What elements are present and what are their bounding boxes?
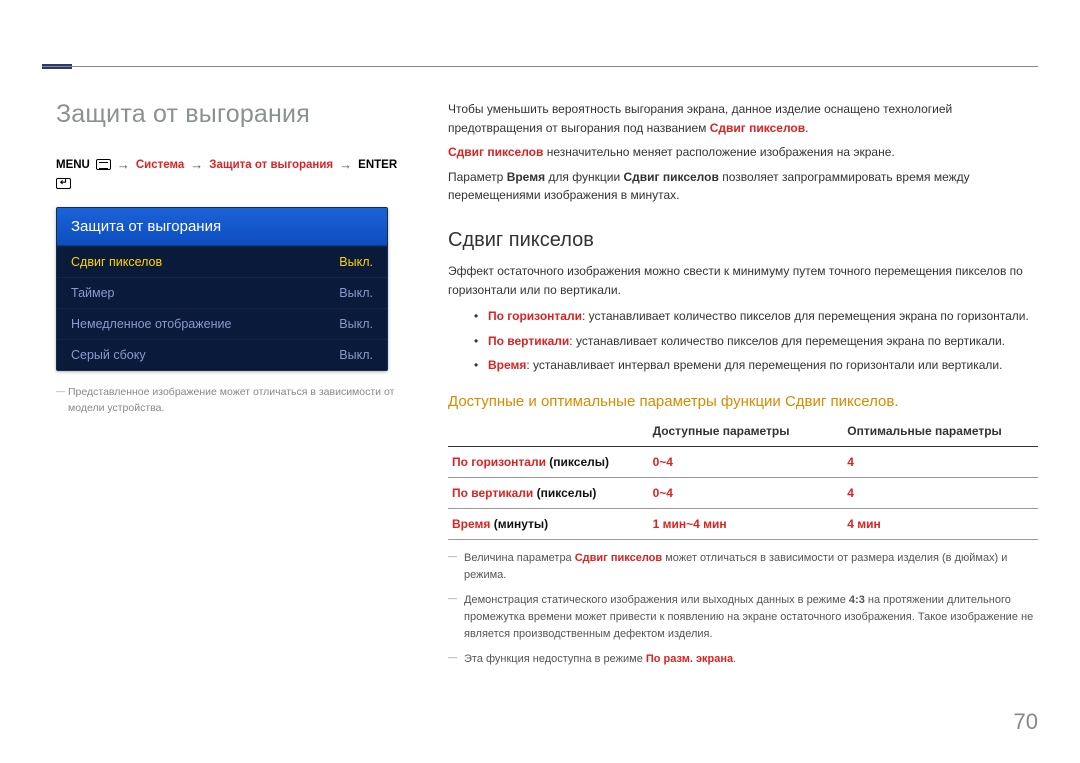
breadcrumb-system: Система [136,159,184,171]
osd-row-value: Выкл. [339,255,373,269]
bullet-list: По горизонтали: устанавливает количество… [474,307,1038,375]
row-optimal: 4 [843,477,1038,508]
page-content: Защита от выгорания MENU → Система → Защ… [0,0,1080,676]
table-row: По вертикали (пикселы) 0~4 4 [448,477,1038,508]
row-available: 1 мин~4 мин [649,508,844,539]
note-3: Эта функция недоступна в режиме По разм.… [448,651,1038,668]
row-label: Время (минуты) [448,508,649,539]
arrow-icon: → [190,157,203,172]
osd-row-label: Таймер [71,286,115,300]
osd-row-pixel-shift[interactable]: Сдвиг пикселов Выкл. [57,246,387,277]
intro-p3: Параметр Время для функции Сдвиг пиксело… [448,168,1038,205]
th-optimal: Оптимальные параметры [843,418,1038,447]
arrow-icon: → [339,157,352,172]
osd-row-immediate[interactable]: Немедленное отображение Выкл. [57,308,387,339]
row-label: По вертикали (пикселы) [448,477,649,508]
header-rule [42,66,1038,67]
breadcrumb: MENU → Система → Защита от выгорания → E… [56,157,404,189]
section-title: Сдвиг пикселов [448,229,1038,252]
osd-row-label: Сдвиг пикселов [71,255,162,269]
breadcrumb-enter: ENTER [358,159,397,171]
row-available: 0~4 [649,477,844,508]
arrow-icon: → [117,157,130,172]
row-available: 0~4 [649,446,844,477]
osd-row-value: Выкл. [339,348,373,362]
row-label: По горизонтали (пикселы) [448,446,649,477]
osd-row-side-gray[interactable]: Серый сбоку Выкл. [57,339,387,370]
menu-icon [96,159,111,170]
osd-row-timer[interactable]: Таймер Выкл. [57,277,387,308]
osd-menu: Защита от выгорания Сдвиг пикселов Выкл.… [56,207,388,371]
th-empty [448,418,649,447]
osd-title: Защита от выгорания [57,208,387,246]
row-optimal: 4 мин [843,508,1038,539]
osd-row-label: Серый сбоку [71,348,146,362]
intro-p2: Сдвиг пикселов незначительно меняет расп… [448,143,1038,162]
bullet-vertical: По вертикали: устанавливает количество п… [474,332,1038,351]
enter-icon [56,178,71,189]
section-lead: Эффект остаточного изображения можно све… [448,262,1038,299]
table-row: По горизонтали (пикселы) 0~4 4 [448,446,1038,477]
params-table: Доступные параметры Оптимальные параметр… [448,418,1038,540]
page-title: Защита от выгорания [56,100,404,129]
bullet-time: Время: устанавливает интервал времени дл… [474,356,1038,375]
intro-p1: Чтобы уменьшить вероятность выгорания эк… [448,100,1038,137]
table-subhead: Доступные и оптимальные параметры функци… [448,393,1038,410]
image-disclaimer: Представленное изображение может отличат… [56,385,404,417]
note-2: Демонстрация статического изображения ил… [448,592,1038,643]
th-available: Доступные параметры [649,418,844,447]
right-column: Чтобы уменьшить вероятность выгорания эк… [448,100,1038,676]
osd-row-value: Выкл. [339,317,373,331]
left-column: Защита от выгорания MENU → Система → Защ… [56,100,404,676]
note-1: Величина параметра Сдвиг пикселов может … [448,550,1038,584]
breadcrumb-protection: Защита от выгорания [209,159,333,171]
page-number: 70 [1014,709,1038,735]
row-optimal: 4 [843,446,1038,477]
bullet-horizontal: По горизонтали: устанавливает количество… [474,307,1038,326]
table-row: Время (минуты) 1 мин~4 мин 4 мин [448,508,1038,539]
notes: Величина параметра Сдвиг пикселов может … [448,550,1038,668]
osd-row-label: Немедленное отображение [71,317,231,331]
osd-row-value: Выкл. [339,286,373,300]
breadcrumb-menu: MENU [56,159,90,171]
